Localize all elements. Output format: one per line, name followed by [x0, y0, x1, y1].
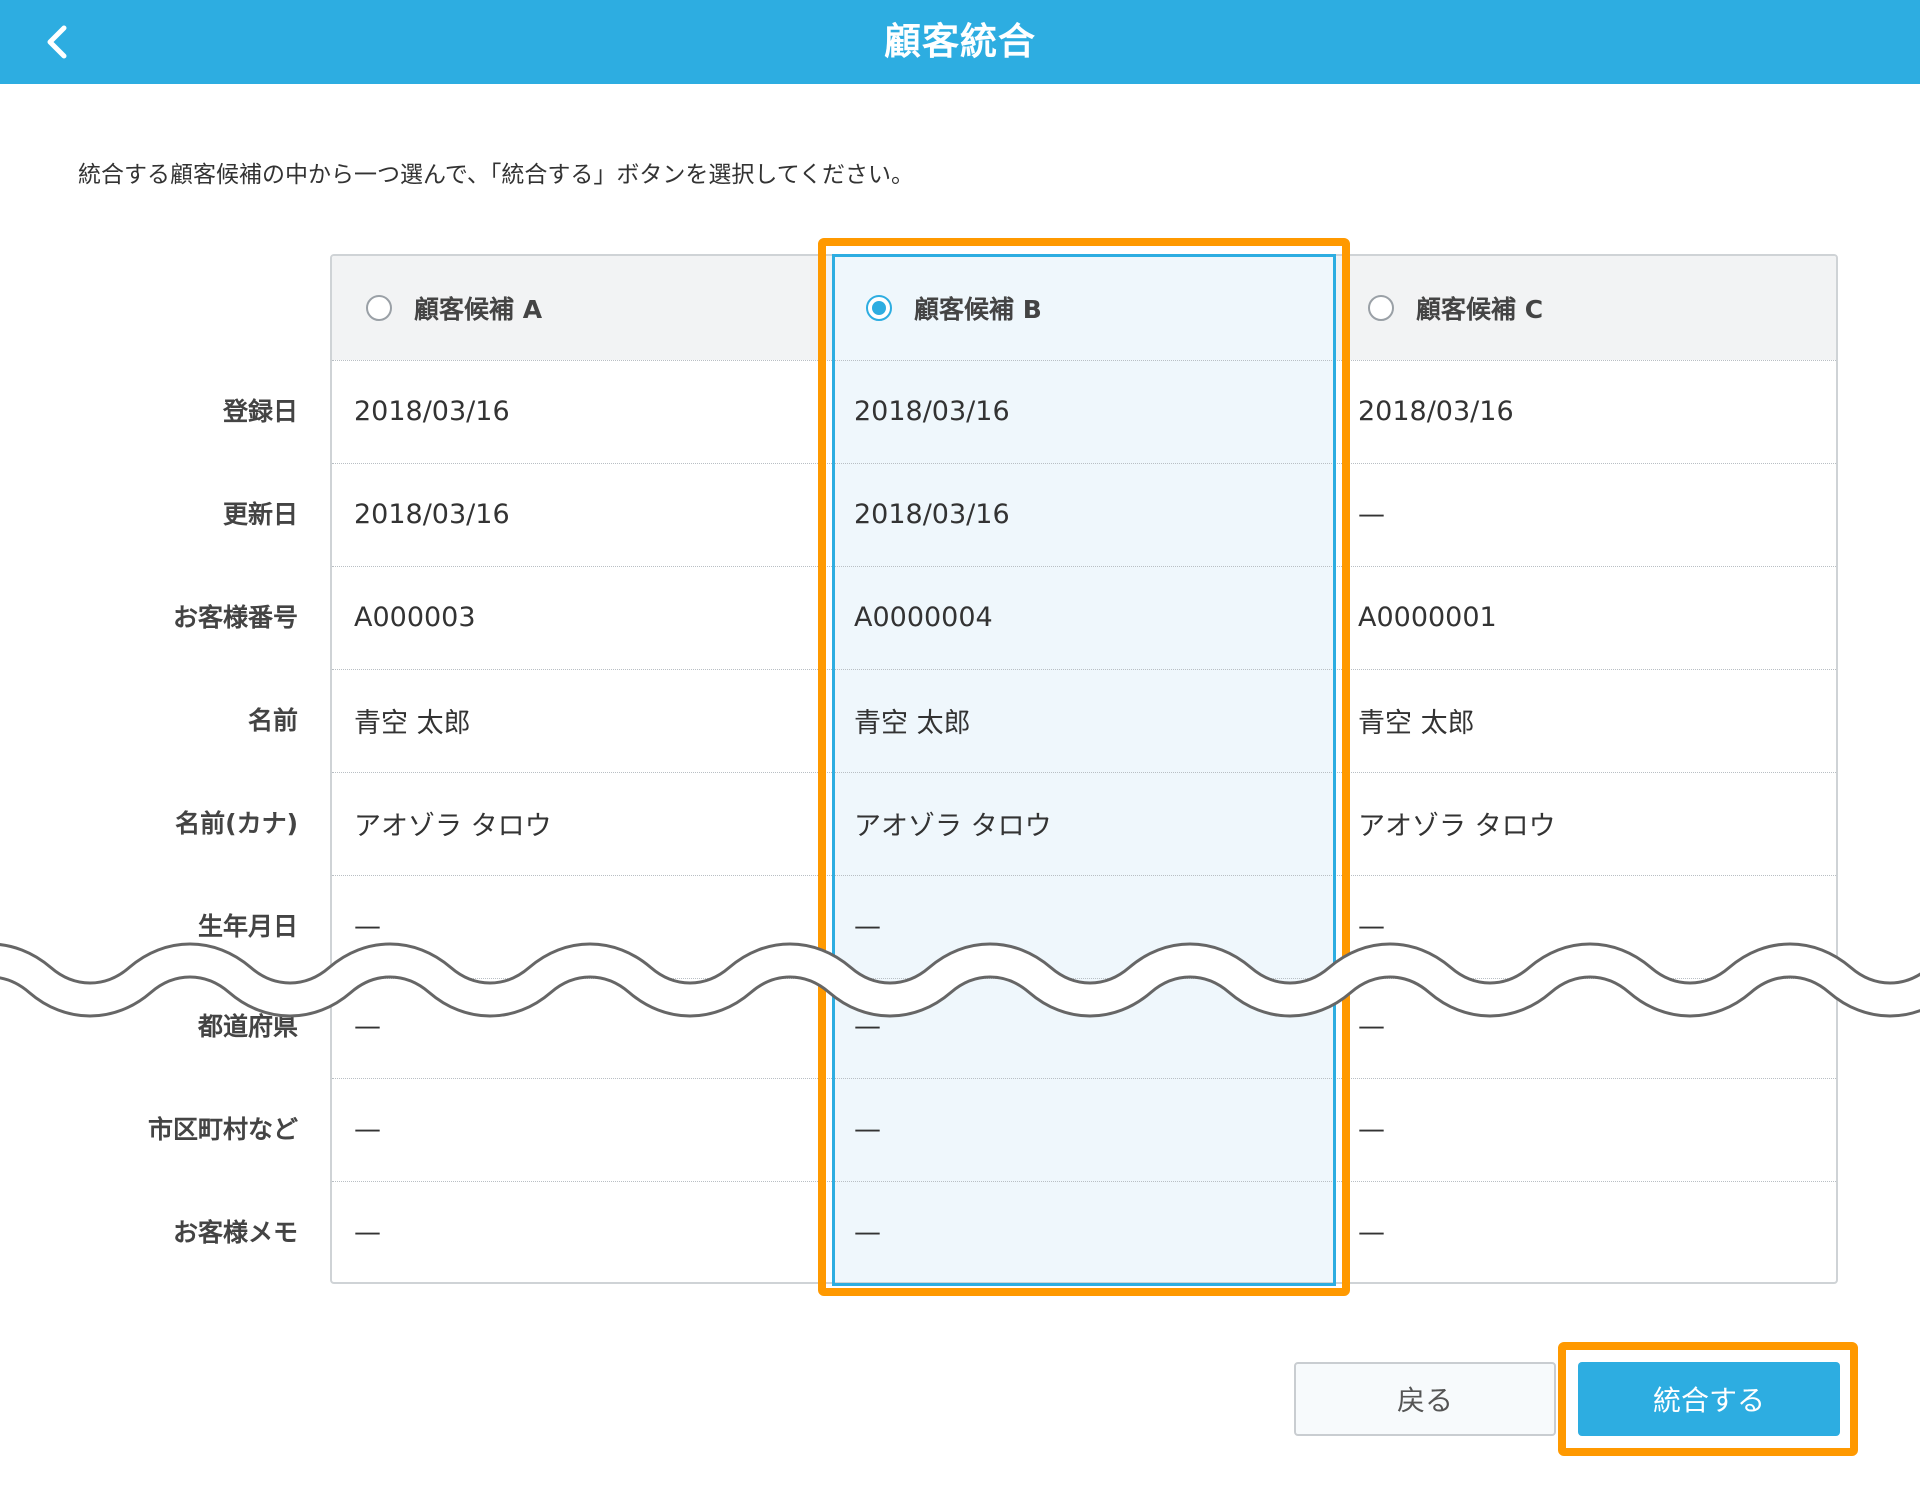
- table-cell: A0000001: [1358, 602, 1497, 633]
- selected-column-border: [832, 254, 1336, 1286]
- table-cell: 青空 太郎: [354, 708, 471, 739]
- wavy-break-divider: [0, 942, 1920, 1018]
- table-cell: —: [1358, 499, 1385, 530]
- table-cell: —: [1358, 1217, 1385, 1248]
- page-title: 顧客統合: [884, 20, 1036, 63]
- instruction-text: 統合する顧客候補の中から一つ選んで、「統合する」ボタンを選択してください。: [78, 162, 915, 188]
- radio-icon[interactable]: [1368, 295, 1394, 321]
- table-cell: —: [354, 1217, 381, 1248]
- table-cell: 青空 太郎: [1358, 708, 1475, 739]
- table-cell: アオゾラ タロウ: [354, 811, 552, 842]
- row-label: 名前(カナ): [175, 808, 298, 838]
- table-cell: 2018/03/16: [1358, 396, 1514, 427]
- candidate-a-option[interactable]: 顧客候補 A: [366, 256, 542, 360]
- row-label: お客様番号: [172, 602, 298, 632]
- back-button[interactable]: 戻る: [1294, 1362, 1556, 1436]
- table-cell: —: [354, 1114, 381, 1145]
- row-label: 登録日: [222, 396, 298, 426]
- row-label: 更新日: [222, 499, 298, 529]
- merge-button[interactable]: 統合する: [1578, 1362, 1840, 1436]
- table-cell: 2018/03/16: [354, 499, 510, 530]
- candidate-label: 顧客候補 A: [414, 295, 543, 324]
- radio-icon[interactable]: [366, 295, 392, 321]
- table-cell: —: [1358, 1114, 1385, 1145]
- header-bar: 顧客統合: [0, 0, 1920, 84]
- row-label: 名前: [247, 705, 298, 735]
- table-cell: アオゾラ タロウ: [1358, 811, 1556, 842]
- row-label: お客様メモ: [172, 1217, 298, 1247]
- table-cell: 2018/03/16: [354, 396, 510, 427]
- row-label: 市区町村など: [147, 1114, 298, 1144]
- table-cell: A000003: [354, 602, 476, 633]
- candidate-c-option[interactable]: 顧客候補 C: [1368, 256, 1543, 360]
- candidate-label: 顧客候補 C: [1416, 295, 1544, 324]
